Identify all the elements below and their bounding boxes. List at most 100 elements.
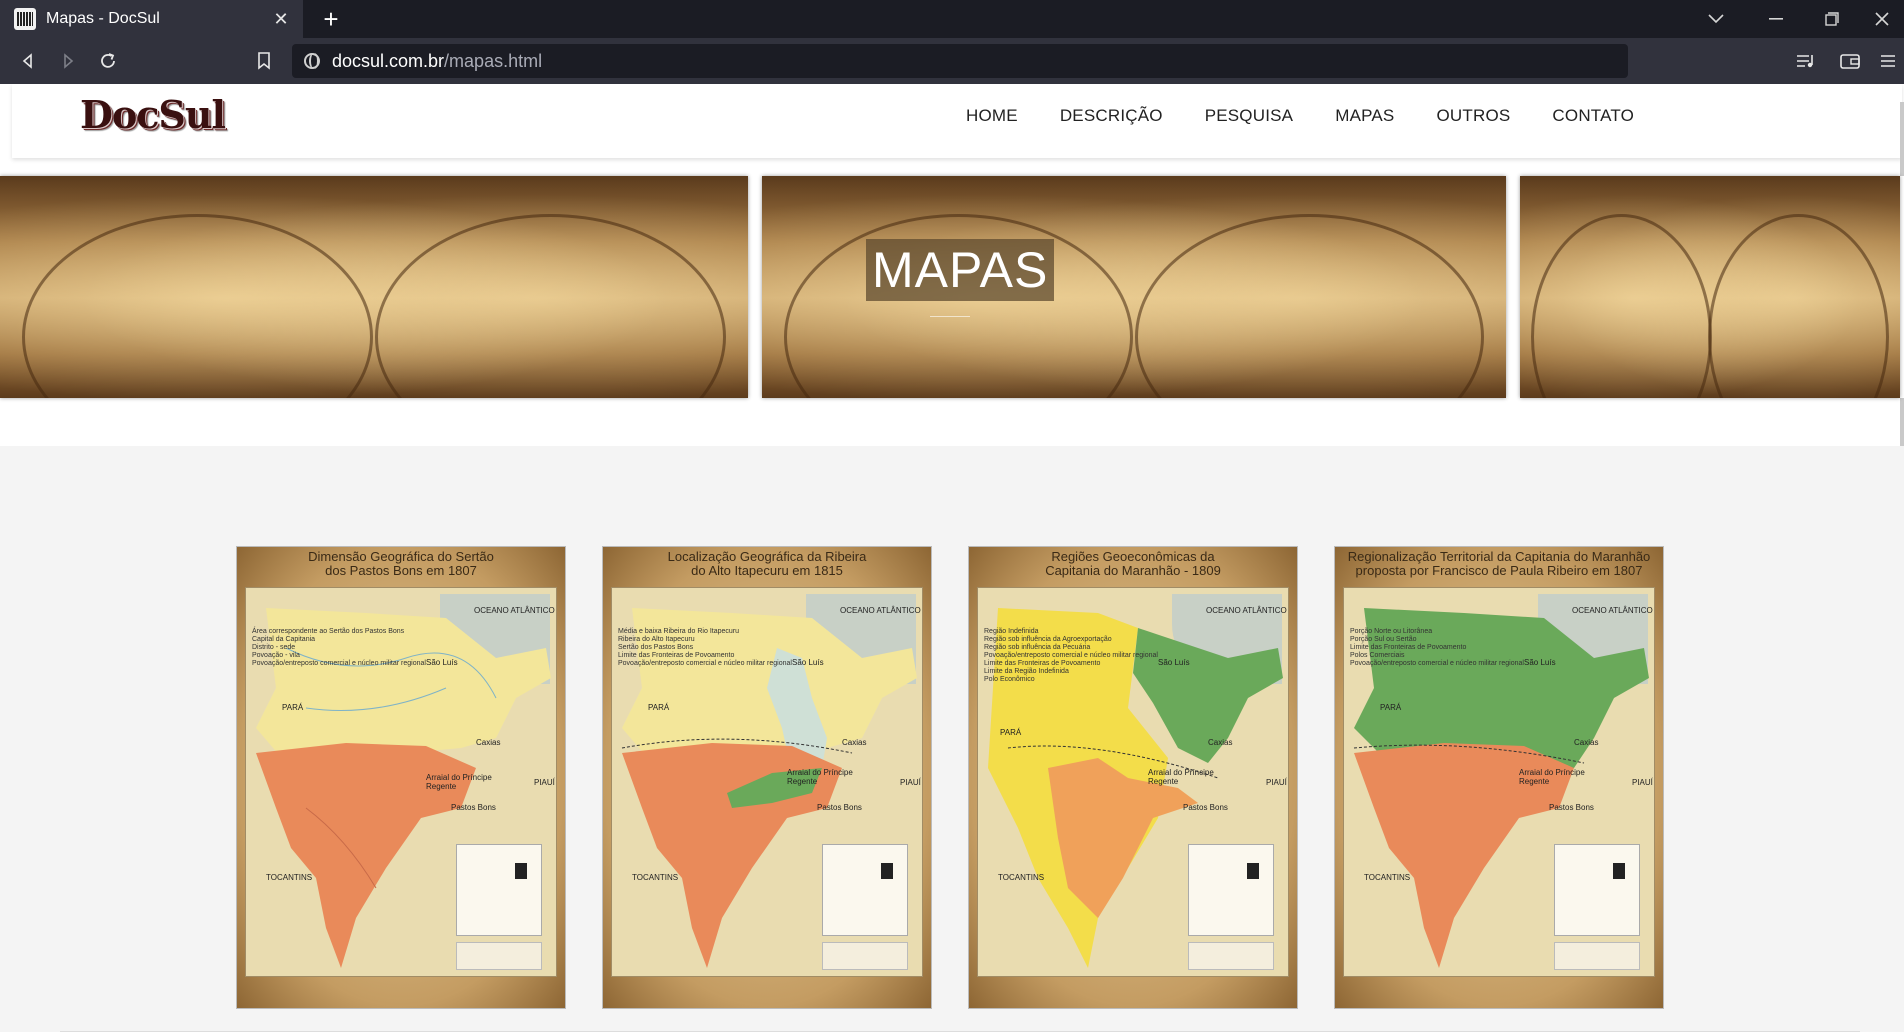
map-source-box bbox=[822, 942, 908, 970]
browser-toolbar: docsul.com.br/mapas.html bbox=[0, 38, 1904, 84]
legend-item: Sertão dos Pastos Bons bbox=[618, 644, 694, 651]
city-label: Caxias bbox=[476, 738, 501, 747]
city-label: PARÁ bbox=[1380, 703, 1402, 712]
map-title-line: Capitania do Maranhão - 1809 bbox=[1045, 563, 1221, 578]
tab-title: Mapas - DocSul bbox=[46, 10, 160, 27]
banner-divider bbox=[930, 316, 970, 317]
site-navbar: DocSul HOME DESCRIÇÃO PESQUISA MAPAS OUT… bbox=[12, 84, 1902, 158]
nav-mapas[interactable]: MAPAS bbox=[1314, 106, 1415, 126]
map-card-2[interactable]: Localização Geográfica da Ribeira do Alt… bbox=[602, 546, 932, 1009]
map-inset-brazil bbox=[1188, 844, 1274, 936]
map-card-4[interactable]: Regionalização Territorial da Capitania … bbox=[1334, 546, 1664, 1009]
map-title-line: dos Pastos Bons em 1807 bbox=[325, 563, 477, 578]
city-label: PIAUÍ bbox=[900, 778, 921, 787]
close-icon[interactable] bbox=[1860, 0, 1904, 38]
city-label: PARÁ bbox=[282, 703, 304, 712]
address-bar[interactable]: docsul.com.br/mapas.html bbox=[292, 44, 1628, 78]
map-source-box bbox=[456, 942, 542, 970]
legend-item: Povoação/entreposto comercial e núcleo m… bbox=[252, 660, 426, 667]
map-title: Regionalização Territorial da Capitania … bbox=[1335, 550, 1663, 578]
city-label: TOCANTINS bbox=[1364, 873, 1411, 882]
nav-home[interactable]: HOME bbox=[945, 106, 1039, 126]
map-image: Área correspondente ao Sertão dos Pastos… bbox=[245, 587, 557, 977]
minimize-icon[interactable] bbox=[1748, 0, 1804, 38]
forward-icon[interactable] bbox=[48, 38, 88, 84]
legend-item: Limite das Fronteiras de Povoamento bbox=[1350, 644, 1467, 651]
nav-outros[interactable]: OUTROS bbox=[1415, 106, 1531, 126]
tab-close-icon[interactable]: ✕ bbox=[267, 9, 295, 30]
map-title-line: Dimensão Geográfica do Sertão bbox=[308, 549, 494, 564]
back-icon[interactable] bbox=[8, 38, 48, 84]
city-label: Arraial do Príncipe Regente bbox=[787, 768, 853, 786]
city-label: OCEANO ATLÂNTICO bbox=[840, 606, 921, 615]
city-label: Caxias bbox=[1574, 738, 1599, 747]
page-banner: MAPAS bbox=[0, 176, 1904, 398]
nav-pesquisa[interactable]: PESQUISA bbox=[1184, 106, 1315, 126]
map-source-box bbox=[1188, 942, 1274, 970]
map-title-line: Regionalização Territorial da Capitania … bbox=[1347, 549, 1651, 564]
map-title-line: proposta por Francisco de Paula Ribeiro … bbox=[1355, 563, 1643, 578]
menu-icon[interactable] bbox=[1872, 38, 1904, 84]
site-logo[interactable]: DocSul bbox=[80, 92, 226, 137]
map-legend: Área correspondente ao Sertão dos Pastos… bbox=[252, 628, 426, 668]
city-label: Arraial do Príncipe Regente bbox=[1148, 768, 1214, 786]
reload-icon[interactable] bbox=[88, 38, 128, 84]
legend-item: Região sob influência da Agroexportação bbox=[984, 636, 1112, 643]
nav-contato[interactable]: CONTATO bbox=[1531, 106, 1655, 126]
city-label: São Luís bbox=[1524, 658, 1556, 667]
map-inset-brazil bbox=[456, 844, 542, 936]
maps-gallery: Dimensão Geográfica do Sertão dos Pastos… bbox=[0, 446, 1904, 1032]
legend-item: Polo Econômico bbox=[984, 676, 1035, 683]
map-image: Média e baixa Ribeira do Rio Itapecuru R… bbox=[611, 587, 923, 977]
legend-item: Povoação/entreposto comercial e núcleo m… bbox=[984, 652, 1158, 659]
banner-panel-right bbox=[1520, 176, 1900, 398]
city-label: OCEANO ATLÂNTICO bbox=[1572, 606, 1653, 615]
city-label: TOCANTINS bbox=[266, 873, 313, 882]
browser-titlebar: Mapas - DocSul ✕ + bbox=[0, 0, 1904, 38]
url-path: /mapas.html bbox=[444, 50, 543, 71]
map-legend: Região Indefinida Região sob influência … bbox=[984, 628, 1158, 684]
city-label: PARÁ bbox=[1000, 728, 1022, 737]
map-card-1[interactable]: Dimensão Geográfica do Sertão dos Pastos… bbox=[236, 546, 566, 1009]
legend-item: Limite das Fronteiras de Povoamento bbox=[618, 652, 735, 659]
city-label: Caxias bbox=[842, 738, 867, 747]
map-title: Dimensão Geográfica do Sertão dos Pastos… bbox=[237, 550, 565, 578]
legend-item: Área correspondente ao Sertão dos Pastos… bbox=[252, 628, 405, 635]
legend-item: Capital da Capitania bbox=[252, 636, 316, 643]
map-image: Região Indefinida Região sob influência … bbox=[977, 587, 1289, 977]
playlist-icon[interactable] bbox=[1786, 38, 1826, 84]
city-label: Pastos Bons bbox=[451, 803, 496, 812]
legend-item: Povoação/entreposto comercial e núcleo m… bbox=[618, 660, 792, 667]
city-label: São Luís bbox=[1158, 658, 1190, 667]
map-title-line: do Alto Itapecuru em 1815 bbox=[691, 563, 843, 578]
browser-tab[interactable]: Mapas - DocSul ✕ bbox=[0, 0, 303, 38]
favicon-icon bbox=[14, 8, 36, 30]
legend-item: Limite da Região Indefinida bbox=[984, 668, 1069, 675]
web-page: DocSul HOME DESCRIÇÃO PESQUISA MAPAS OUT… bbox=[0, 84, 1904, 1032]
city-label: Caxias bbox=[1208, 738, 1233, 747]
city-label: PIAUÍ bbox=[1266, 778, 1287, 787]
map-inset-brazil bbox=[822, 844, 908, 936]
wallet-icon[interactable] bbox=[1830, 38, 1870, 84]
map-legend: Porção Norte ou Litorânea Porção Sul ou … bbox=[1350, 628, 1524, 668]
map-card-3[interactable]: Regiões Geoeconômicas da Capitania do Ma… bbox=[968, 546, 1298, 1009]
city-label: Pastos Bons bbox=[817, 803, 862, 812]
legend-item: Povoação - vila bbox=[252, 652, 300, 659]
map-title-line: Regiões Geoeconômicas da bbox=[1051, 549, 1215, 564]
restore-icon[interactable] bbox=[1804, 0, 1860, 38]
nav-descricao[interactable]: DESCRIÇÃO bbox=[1039, 106, 1184, 126]
new-tab-button[interactable]: + bbox=[316, 4, 346, 34]
map-legend: Média e baixa Ribeira do Rio Itapecuru R… bbox=[618, 628, 792, 668]
map-title-line: Localização Geográfica da Ribeira bbox=[667, 549, 867, 564]
bookmark-icon[interactable] bbox=[244, 38, 284, 84]
legend-item: Polos Comerciais bbox=[1350, 652, 1405, 659]
city-label: Arraial do Príncipe Regente bbox=[426, 773, 492, 791]
city-label: PIAUÍ bbox=[534, 778, 555, 787]
map-image: Porção Norte ou Litorânea Porção Sul ou … bbox=[1343, 587, 1655, 977]
url-host: docsul.com.br bbox=[332, 50, 445, 71]
globe-icon bbox=[304, 53, 320, 69]
city-label: Pastos Bons bbox=[1183, 803, 1228, 812]
legend-item: Média e baixa Ribeira do Rio Itapecuru bbox=[618, 628, 740, 635]
chevron-down-icon[interactable] bbox=[1688, 0, 1744, 38]
map-title: Localização Geográfica da Ribeira do Alt… bbox=[603, 550, 931, 578]
